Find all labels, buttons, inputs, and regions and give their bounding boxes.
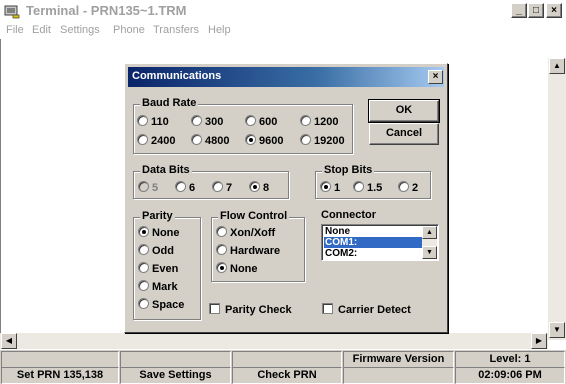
vertical-scrollbar[interactable]: ▲ ▼ [548, 58, 566, 340]
communications-dialog: Communications × Baud Rate 110 300 600 1… [124, 63, 448, 333]
parity-space-radio[interactable]: Space [138, 298, 184, 311]
menu-bar: File Edit Settings Phone Transfers Help [0, 22, 566, 39]
menu-edit[interactable]: Edit [32, 24, 51, 36]
menu-file[interactable]: File [6, 24, 24, 36]
parity-check-checkbox[interactable]: Parity Check [209, 303, 292, 316]
save-settings-button[interactable]: Save Settings [120, 367, 231, 384]
carrier-detect-checkbox[interactable]: Carrier Detect [322, 303, 411, 316]
stop-bits-2-radio[interactable]: 2 [398, 181, 418, 194]
flow-hardware-radio[interactable]: Hardware [216, 244, 280, 257]
parity-label: Parity [140, 210, 175, 222]
horizontal-scrollbar[interactable]: ◀ ▶ [0, 333, 548, 349]
connector-option-com1[interactable]: COM1: [324, 237, 422, 248]
status-cell-empty-3 [232, 351, 342, 368]
cancel-button[interactable]: Cancel [369, 123, 439, 145]
connector-option-com2[interactable]: COM2: [324, 248, 422, 259]
ok-button[interactable]: OK [368, 99, 440, 123]
window-titlebar[interactable]: Terminal - PRN135~1.TRM _ □ × [0, 0, 566, 22]
scroll-up-arrow-icon[interactable]: ▲ [422, 226, 437, 239]
flow-control-label: Flow Control [218, 210, 290, 222]
baud-110-radio[interactable]: 110 [137, 115, 169, 128]
flow-control-group: Flow Control Xon/Xoff Hardware None [211, 210, 305, 282]
parity-odd-radio[interactable]: Odd [138, 244, 174, 257]
data-bits-group: Data Bits 5 6 7 8 [133, 164, 289, 199]
baud-rate-label: Baud Rate [140, 97, 199, 109]
firmware-version-cell: Firmware Version [343, 351, 454, 368]
scroll-down-arrow-icon[interactable]: ▼ [422, 246, 437, 259]
stop-bits-1-5-radio[interactable]: 1.5 [353, 181, 382, 194]
set-prn-button[interactable]: Set PRN 135,138 [1, 367, 119, 384]
close-button[interactable]: × [546, 3, 562, 18]
data-bits-6-radio[interactable]: 6 [175, 181, 195, 194]
menu-phone[interactable]: Phone [113, 24, 145, 36]
data-bits-5-radio: 5 [138, 181, 158, 194]
status-cell-empty-2 [120, 351, 231, 368]
status-cell-empty-4 [343, 367, 454, 384]
dialog-close-button[interactable]: × [428, 70, 443, 84]
menu-help[interactable]: Help [208, 24, 231, 36]
baud-600-radio[interactable]: 600 [245, 115, 277, 128]
scroll-left-arrow-icon[interactable]: ◀ [1, 333, 17, 349]
parity-even-radio[interactable]: Even [138, 262, 178, 275]
terminal-left-edge [0, 39, 3, 335]
connector-label: Connector [321, 209, 376, 221]
parity-mark-radio[interactable]: Mark [138, 280, 178, 293]
data-bits-label: Data Bits [140, 164, 192, 176]
baud-19200-radio[interactable]: 19200 [300, 134, 345, 147]
scroll-down-arrow-icon[interactable]: ▼ [549, 322, 565, 338]
parity-none-radio[interactable]: None [138, 226, 180, 239]
flow-xon-xoff-radio[interactable]: Xon/Xoff [216, 226, 275, 239]
menu-transfers[interactable]: Transfers [153, 24, 199, 36]
clock-cell: 02:09:06 PM [455, 367, 565, 384]
terminal-phone-icon [4, 5, 20, 19]
baud-4800-radio[interactable]: 4800 [191, 134, 229, 147]
flow-none-radio[interactable]: None [216, 262, 258, 275]
connector-scrollbar[interactable]: ▲ ▼ [422, 226, 437, 259]
menu-settings[interactable]: Settings [60, 24, 100, 36]
baud-300-radio[interactable]: 300 [191, 115, 223, 128]
level-cell: Level: 1 [455, 351, 565, 368]
baud-1200-radio[interactable]: 1200 [300, 115, 338, 128]
status-cell-empty-1 [1, 351, 119, 368]
scroll-up-arrow-icon[interactable]: ▲ [549, 58, 565, 74]
stop-bits-group: Stop Bits 1 1.5 2 [315, 164, 431, 199]
baud-2400-radio[interactable]: 2400 [137, 134, 175, 147]
stop-bits-label: Stop Bits [322, 164, 375, 176]
data-bits-7-radio[interactable]: 7 [212, 181, 232, 194]
window-title: Terminal - PRN135~1.TRM [26, 3, 187, 18]
scroll-right-arrow-icon[interactable]: ▶ [531, 333, 547, 349]
connector-option-none[interactable]: None [324, 226, 422, 237]
check-prn-button[interactable]: Check PRN [232, 367, 342, 384]
dialog-title: Communications [132, 70, 222, 82]
maximize-button[interactable]: □ [528, 3, 544, 18]
status-bar: Firmware Version Level: 1 Set PRN 135,13… [0, 350, 566, 384]
baud-9600-radio[interactable]: 9600 [245, 134, 283, 147]
stop-bits-1-radio[interactable]: 1 [320, 181, 340, 194]
baud-rate-group: Baud Rate 110 300 600 1200 2400 4800 960… [133, 97, 353, 154]
parity-group: Parity None Odd Even Mark Space [133, 210, 201, 320]
minimize-button[interactable]: _ [511, 3, 527, 18]
dialog-titlebar[interactable]: Communications × [128, 67, 444, 87]
data-bits-8-radio[interactable]: 8 [249, 181, 269, 194]
connector-listbox[interactable]: None COM1: COM2: ▲ ▼ [321, 224, 439, 261]
